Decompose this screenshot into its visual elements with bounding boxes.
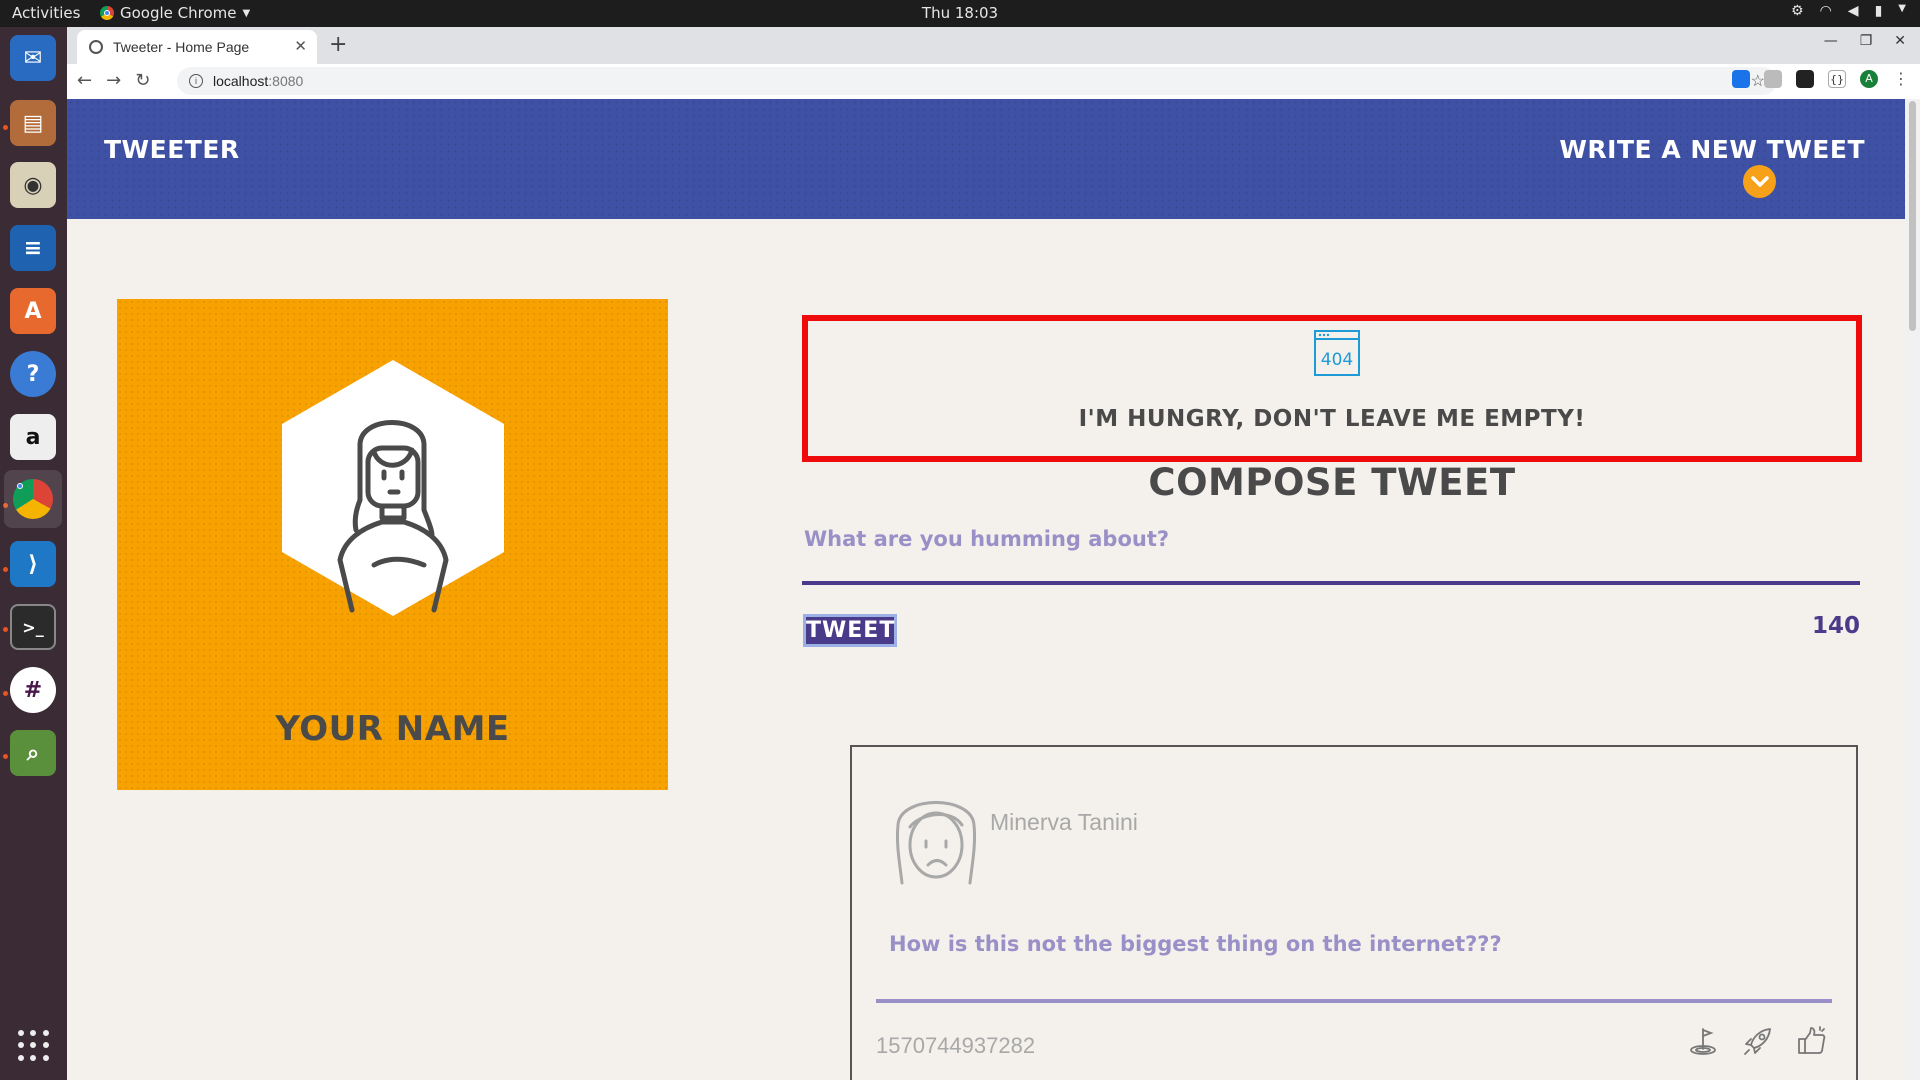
extension-icon[interactable] [1732,70,1750,88]
app-menu-label: Google Chrome [120,4,237,22]
running-indicator [3,754,8,759]
json-extension-icon[interactable]: {} [1828,70,1846,88]
error-message-box: 404 I'M HUNGRY, DON'T LEAVE ME EMPTY! [802,315,1862,462]
chrome-icon [100,6,114,20]
compose-title: COMPOSE TWEET [1148,461,1516,504]
url-port: :8080 [268,73,304,89]
vscode-icon[interactable]: ⟩ [10,541,56,587]
address-bar[interactable]: i localhost :8080 ☆ [177,67,1777,95]
profile-avatar[interactable]: A [1860,70,1878,88]
extension-icon[interactable] [1796,70,1814,88]
tweet-divider [876,999,1832,1003]
profile-name: YOUR NAME [275,709,510,749]
nav-buttons: ← → ↻ [77,70,150,91]
tweet-card: Minerva Tanini How is this not the bigge… [850,745,1858,1080]
browser-tab-strip: Tweeter - Home Page ✕ + — ❐ ✕ [67,27,1920,64]
running-indicator [3,691,8,696]
kebab-menu-icon[interactable]: ⋮ [1892,70,1910,88]
extension-icon[interactable] [1764,70,1782,88]
close-tab-icon[interactable]: ✕ [294,37,307,55]
extensions-area: {} A ⋮ [1732,70,1910,88]
files-icon[interactable]: ▤ [10,100,56,146]
page-viewport: TWEETER WRITE A NEW TWEET YOUR NAME 404 … [67,99,1905,1080]
thumbs-up-icon[interactable] [1796,1025,1828,1061]
window-controls: — ❐ ✕ [1824,33,1906,49]
system-tray[interactable]: ⚙ ◠ ◀ ▮ ▼ [1791,3,1906,19]
system-top-bar: Activities Google Chrome ▼ Thu 18:03 ⚙ ◠… [0,0,1920,27]
maximize-icon[interactable]: ❐ [1860,33,1873,49]
character-counter: 140 [1811,613,1860,639]
tweet-avatar-icon [890,785,982,893]
page-scrollbar[interactable] [1905,99,1920,1080]
flag-icon[interactable] [1688,1025,1720,1061]
activities-button[interactable]: Activities [12,4,80,22]
browser-404-icon: 404 [1313,329,1361,381]
battery-icon: ▮ [1874,3,1883,19]
app-menu[interactable]: Google Chrome ▼ [100,4,250,22]
browser-tab[interactable]: Tweeter - Home Page ✕ [77,30,317,64]
svg-text:404: 404 [1321,350,1353,370]
clock[interactable]: Thu 18:03 [0,4,1920,22]
amazon-icon[interactable]: a [10,414,56,460]
running-indicator [3,567,8,572]
running-indicator [3,627,8,632]
write-new-tweet-link[interactable]: WRITE A NEW TWEET [1559,135,1865,164]
thunderbird-icon[interactable]: ✉ [10,35,56,81]
profile-card: YOUR NAME [117,299,668,790]
slack-icon[interactable]: # [10,667,56,713]
tweet-timestamp: 1570744937282 [876,1033,1036,1058]
chrome-icon [13,479,53,519]
forward-icon[interactable]: → [106,70,121,91]
tweet-textarea[interactable] [802,519,1860,585]
writer-icon[interactable]: ≡ [10,225,56,271]
chrome-dock-icon[interactable] [4,470,62,528]
globe-icon [89,40,103,54]
tweet-actions [1688,1025,1828,1061]
rocket-icon[interactable] [1742,1025,1774,1061]
power-menu-icon: ▼ [1898,3,1906,14]
help-icon[interactable]: ? [10,351,56,397]
image-viewer-icon[interactable]: ⌕ [10,730,56,776]
tweet-author-name: Minerva Tanini [990,809,1138,835]
running-indicator [3,125,8,130]
minimize-icon[interactable]: — [1824,33,1838,49]
error-message-text: I'M HUNGRY, DON'T LEAVE ME EMPTY! [1078,406,1586,432]
reload-icon[interactable]: ↻ [135,70,150,91]
network-icon: ⚙ [1791,3,1804,19]
tweet-content: How is this not the biggest thing on the… [889,932,1502,956]
new-tab-button[interactable]: + [329,32,347,57]
tab-title: Tweeter - Home Page [113,39,250,55]
terminal-icon[interactable]: >_ [10,604,56,650]
url-host: localhost [213,73,269,89]
scrollbar-thumb[interactable] [1909,101,1916,331]
rhythmbox-icon[interactable]: ◉ [10,162,56,208]
caret-down-icon: ▼ [242,7,251,19]
show-applications-icon[interactable] [18,1030,50,1062]
software-center-icon[interactable]: A [10,288,56,334]
browser-toolbar: ← → ↻ i localhost :8080 ☆ {} A ⋮ [67,64,1920,100]
back-icon[interactable]: ← [77,70,92,91]
close-window-icon[interactable]: ✕ [1894,33,1906,49]
wifi-icon: ◠ [1819,3,1832,19]
dock: ✉ ▤ ◉ ≡ A ? a ⟩ >_ # ⌕ [0,27,67,1080]
tweet-submit-button[interactable]: TWEET [803,614,897,647]
profile-avatar-hexagon [282,360,504,620]
site-brand[interactable]: TWEETER [104,135,240,164]
chevron-down-icon[interactable] [1743,165,1776,198]
volume-icon: ◀ [1847,3,1859,19]
info-icon[interactable]: i [189,74,203,88]
site-header: TWEETER WRITE A NEW TWEET [67,99,1905,219]
